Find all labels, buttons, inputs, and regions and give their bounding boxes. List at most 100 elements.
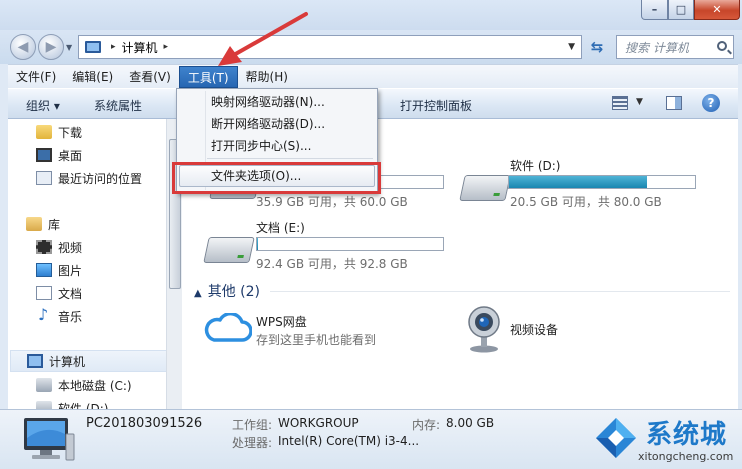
drive-e-name[interactable]: 文档 (E:) [256, 219, 305, 236]
wps-cloud-icon[interactable] [204, 313, 252, 343]
organize-button[interactable]: 组织 ▾ [26, 97, 60, 114]
forward-button[interactable]: ▶ [38, 34, 64, 60]
group-divider [270, 291, 730, 292]
menu-item-disconnect-network-drive[interactable]: 断开网络驱动器(D)... [211, 113, 325, 135]
nav-item-desktop[interactable]: 桌面 [36, 144, 166, 166]
download-folder-icon [36, 125, 52, 139]
recent-places-icon [36, 171, 52, 185]
search-placeholder: 搜索 计算机 [625, 40, 689, 55]
nav-item-documents[interactable]: 文档 [36, 282, 166, 304]
wps-drive-description: 存到这里手机也能看到 [256, 333, 377, 347]
watermark-logo-icon [596, 418, 636, 458]
drive-icon [36, 401, 52, 409]
drive-e-usage-fill [257, 238, 258, 250]
video-device-name[interactable]: 视频设备 [510, 321, 558, 338]
menu-edit[interactable]: 编辑(E) [64, 66, 121, 88]
drive-d-name[interactable]: 软件 (D:) [510, 157, 560, 174]
menu-item-open-sync-center[interactable]: 打开同步中心(S)... [211, 135, 311, 157]
group-header-other[interactable]: ▲ 其他 (2) [194, 281, 260, 301]
nav-item-computer[interactable]: 计算机 [10, 350, 166, 372]
nav-item-drive-c[interactable]: 本地磁盘 (C:) [36, 374, 166, 396]
recent-pages-dropdown[interactable]: ▼ [66, 43, 72, 52]
wps-drive-name[interactable]: WPS网盘 [256, 313, 307, 330]
workgroup-label: 工作组: [232, 418, 273, 432]
close-button[interactable]: ✕ [694, 0, 740, 20]
watermark-url: xitongcheng.com [638, 450, 734, 463]
help-icon[interactable]: ? [702, 94, 720, 112]
refresh-icon: ⇆ [590, 38, 604, 56]
address-dropdown-icon[interactable]: ▼ [568, 42, 575, 52]
drive-d-icon[interactable] [459, 175, 511, 201]
collapse-arrow-icon[interactable]: ▲ [194, 288, 202, 299]
red-annotation-arrow-icon [218, 12, 308, 66]
nav-item-pictures[interactable]: 图片 [36, 259, 166, 281]
title-bar: – □ ✕ [0, 0, 742, 30]
system-properties-button[interactable]: 系统属性 [94, 97, 142, 114]
nav-item-label: 本地磁盘 (C:) [58, 378, 132, 393]
workgroup-value: WORKGROUP [278, 416, 359, 430]
menu-view[interactable]: 查看(V) [121, 66, 179, 88]
highlight-annotation-box [172, 162, 381, 194]
nav-item-label: 图片 [58, 263, 83, 278]
preview-pane-icon[interactable] [666, 96, 682, 110]
menu-item-map-network-drive[interactable]: 映射网络驱动器(N)... [211, 91, 325, 113]
view-options-dropdown[interactable]: ▼ [636, 97, 643, 107]
nav-item-label: 文档 [58, 286, 83, 301]
processor-label: 处理器: [232, 436, 273, 450]
desktop-icon [36, 148, 52, 162]
music-icon [36, 305, 52, 324]
nav-item-downloads[interactable]: 下载 [36, 121, 166, 143]
computer-icon [85, 41, 101, 53]
nav-item-label: 视频 [58, 240, 83, 255]
processor-value: Intel(R) Core(TM) i3-4... [278, 434, 420, 448]
watermark-brand: 系统城 [646, 420, 728, 450]
breadcrumb-computer[interactable]: 计算机 [122, 39, 158, 56]
forward-arrow-icon: ▶ [45, 39, 57, 55]
computer-name: PC201803091526 [86, 416, 203, 431]
nav-item-libraries[interactable]: 库 [26, 213, 166, 235]
drive-d-free-space: 20.5 GB 可用，共 80.0 GB [510, 195, 662, 209]
maximize-button[interactable]: □ [668, 0, 694, 20]
nav-item-drive-d[interactable]: 软件 (D:) [36, 397, 166, 409]
video-icon [36, 240, 52, 254]
refresh-button[interactable]: ⇆ [586, 37, 608, 57]
menu-file[interactable]: 文件(F) [8, 66, 64, 88]
site-watermark: 系统城 xitongcheng.com [592, 410, 742, 468]
drive-d-usage-bar [508, 175, 696, 189]
computer-large-icon [24, 418, 75, 461]
nav-item-label: 软件 (D:) [58, 401, 109, 410]
address-row: ◀ ▶ ▼ ▸ 计算机 ▸ ▼ ⇆ 搜索 计算机 [0, 30, 742, 64]
memory-label: 内存: [412, 418, 441, 432]
nav-item-label: 最近访问的位置 [58, 171, 143, 186]
breadcrumb-separator[interactable]: ▸ [111, 42, 116, 52]
computer-icon [27, 354, 43, 368]
drive-icon [36, 378, 52, 392]
webcam-icon[interactable] [464, 305, 504, 353]
drive-e-icon[interactable] [203, 237, 255, 263]
open-control-panel-button[interactable]: 打开控制面板 [400, 97, 472, 114]
nav-item-label: 库 [48, 217, 61, 232]
back-arrow-icon: ◀ [17, 39, 29, 55]
breadcrumb-separator[interactable]: ▸ [164, 42, 169, 52]
window-controls: – □ ✕ [641, 0, 740, 20]
minimize-button[interactable]: – [641, 0, 668, 20]
memory-value: 8.00 GB [446, 416, 495, 430]
nav-item-recent-places[interactable]: 最近访问的位置 [36, 167, 166, 189]
group-title: 其他 (2) [207, 284, 260, 300]
nav-item-label: 桌面 [58, 148, 83, 163]
nav-item-music[interactable]: 音乐 [36, 305, 166, 327]
back-button[interactable]: ◀ [10, 34, 36, 60]
change-view-icon[interactable] [612, 96, 628, 110]
search-input[interactable]: 搜索 计算机 [616, 35, 734, 59]
nav-item-videos[interactable]: 视频 [36, 236, 166, 258]
menu-bar: 文件(F) 编辑(E) 查看(V) 工具(T) 帮助(H) [8, 64, 738, 88]
library-icon [26, 217, 42, 231]
drive-e-usage-bar [256, 237, 444, 251]
drive-c-free-space: 35.9 GB 可用，共 60.0 GB [256, 195, 408, 209]
nav-item-label: 音乐 [58, 309, 83, 324]
address-bar[interactable]: ▸ 计算机 ▸ ▼ [78, 35, 582, 59]
documents-icon [36, 286, 52, 300]
search-icon[interactable] [717, 41, 727, 51]
drive-e-free-space: 92.4 GB 可用，共 92.8 GB [256, 257, 408, 271]
drive-d-usage-fill [509, 176, 647, 188]
